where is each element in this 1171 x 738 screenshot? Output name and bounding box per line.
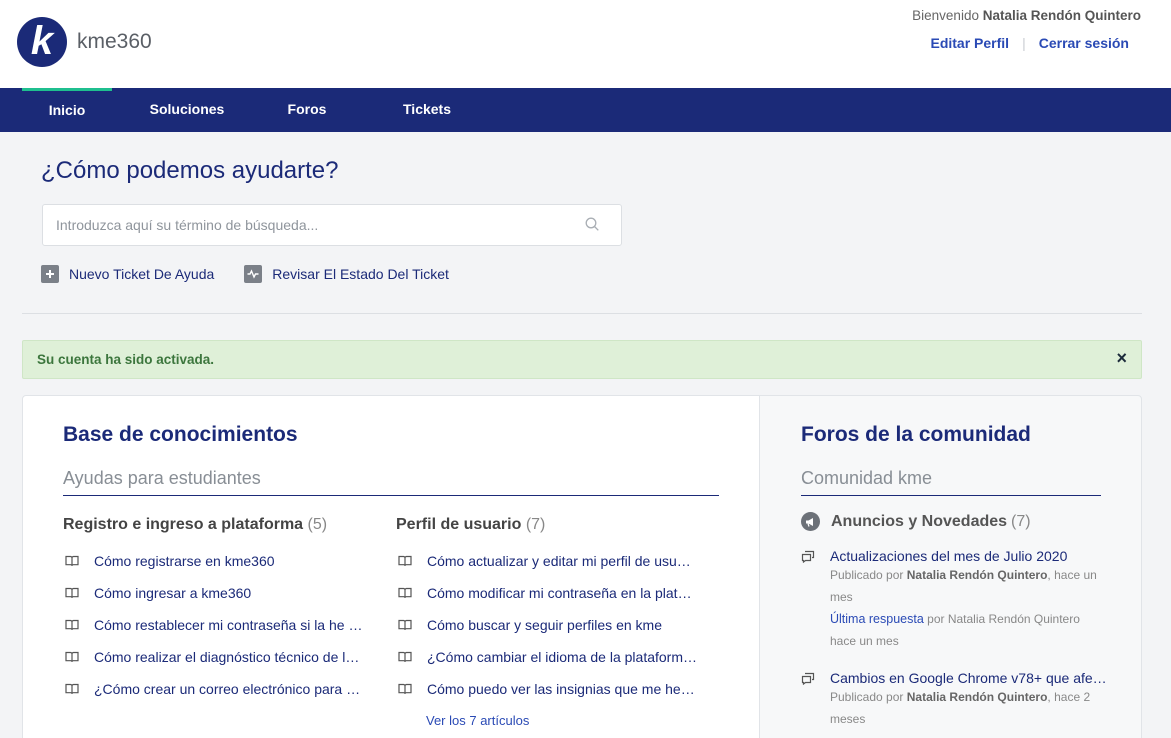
user-links: Editar Perfil | Cerrar sesión (930, 35, 1129, 51)
article-link[interactable]: ¿Cómo cambiar el idioma de la plataforma… (398, 647, 698, 667)
forums-title: Foros de la comunidad (801, 423, 1031, 446)
book-icon (65, 651, 79, 662)
article-link[interactable]: Cómo registrarse en kme360 (65, 551, 365, 571)
quick-actions: Nuevo Ticket De Ayuda Revisar El Estado … (41, 265, 479, 283)
forum-category-anuncios[interactable]: Anuncios y Novedades (7) (801, 512, 1031, 531)
book-icon (398, 683, 412, 694)
page-title: ¿Cómo podemos ayudarte? (41, 157, 339, 184)
header: k kme360 Bienvenido Natalia Rendón Quint… (0, 0, 1171, 88)
success-alert: Su cuenta ha sido activada. × (22, 340, 1142, 379)
book-icon (398, 587, 412, 598)
search-input[interactable] (43, 205, 563, 245)
forums-subhead: Comunidad kme (801, 468, 1101, 496)
close-icon[interactable]: × (1116, 348, 1127, 369)
megaphone-icon (801, 512, 820, 531)
tab-inicio[interactable]: Inicio (22, 88, 112, 132)
logout-link[interactable]: Cerrar sesión (1039, 35, 1129, 51)
tab-tickets[interactable]: Tickets (382, 88, 472, 132)
article-link[interactable]: Cómo realizar el diagnóstico técnico de … (65, 647, 365, 667)
welcome-text: Bienvenido Natalia Rendón Quintero (912, 8, 1141, 23)
tab-foros[interactable]: Foros (262, 88, 352, 132)
topic-meta: Publicado por Natalia Rendón Quintero, h… (830, 690, 1091, 726)
chat-bubbles-icon (801, 672, 815, 685)
book-icon (65, 619, 79, 630)
chat-bubbles-icon (801, 550, 815, 563)
link-separator: | (1022, 35, 1026, 51)
article-link[interactable]: Cómo restablecer mi contraseña si la he … (65, 615, 365, 635)
category-registro[interactable]: Registro e ingreso a plataforma (5) (63, 516, 327, 534)
check-ticket-status-button[interactable]: Revisar El Estado Del Ticket (244, 265, 449, 283)
search-box (42, 204, 622, 246)
edit-profile-link[interactable]: Editar Perfil (930, 35, 1009, 51)
last-reply-link[interactable]: Última respuesta (830, 612, 924, 626)
article-link[interactable]: Cómo buscar y seguir perfiles en kme (398, 615, 698, 635)
new-ticket-button[interactable]: Nuevo Ticket De Ayuda (41, 265, 214, 283)
category-perfil[interactable]: Perfil de usuario (7) (396, 516, 545, 534)
book-icon (65, 683, 79, 694)
alert-message: Su cuenta ha sido activada. (37, 352, 215, 367)
plus-square-icon (41, 265, 59, 283)
activity-square-icon (244, 265, 263, 283)
community-forums-panel: Foros de la comunidad Comunidad kme Anun… (759, 395, 1142, 738)
knowledge-base-title: Base de conocimientos (63, 423, 298, 446)
book-icon (398, 619, 412, 630)
knowledge-base-panel: Base de conocimientos Ayudas para estudi… (22, 395, 760, 738)
book-icon (398, 651, 412, 662)
knowledge-subhead: Ayudas para estudiantes (63, 468, 719, 496)
topic-title-link[interactable]: Actualizaciones del mes de Julio 2020 (801, 548, 1111, 564)
article-link[interactable]: Cómo puedo ver las insignias que me he g… (398, 679, 698, 699)
section-divider (22, 313, 1142, 314)
book-icon (65, 587, 79, 598)
book-icon (398, 555, 412, 566)
kme-logo[interactable]: k (17, 17, 67, 67)
tab-soluciones[interactable]: Soluciones (142, 88, 232, 132)
book-icon (65, 555, 79, 566)
user-name: Natalia Rendón Quintero (982, 8, 1141, 23)
forum-topic: Actualizaciones del mes de Julio 2020 Pu… (801, 548, 1111, 652)
search-icon[interactable] (585, 217, 599, 231)
article-link[interactable]: Cómo modificar mi contraseña en la plata… (398, 583, 698, 603)
article-link[interactable]: Cómo ingresar a kme360 (65, 583, 365, 603)
view-all-articles-link[interactable]: Ver los 7 artículos (426, 713, 529, 728)
topic-title-link[interactable]: Cambios en Google Chrome v78+ que afecta… (801, 670, 1111, 686)
forum-topic: Cambios en Google Chrome v78+ que afecta… (801, 670, 1111, 730)
brand-name: kme360 (77, 30, 152, 53)
main-nav: Inicio Soluciones Foros Tickets (0, 88, 1171, 132)
article-link[interactable]: ¿Cómo crear un correo electrónico para a… (65, 679, 365, 699)
article-link[interactable]: Cómo actualizar y editar mi perfil de us… (398, 551, 698, 571)
topic-meta: Publicado por Natalia Rendón Quintero, h… (830, 568, 1097, 648)
